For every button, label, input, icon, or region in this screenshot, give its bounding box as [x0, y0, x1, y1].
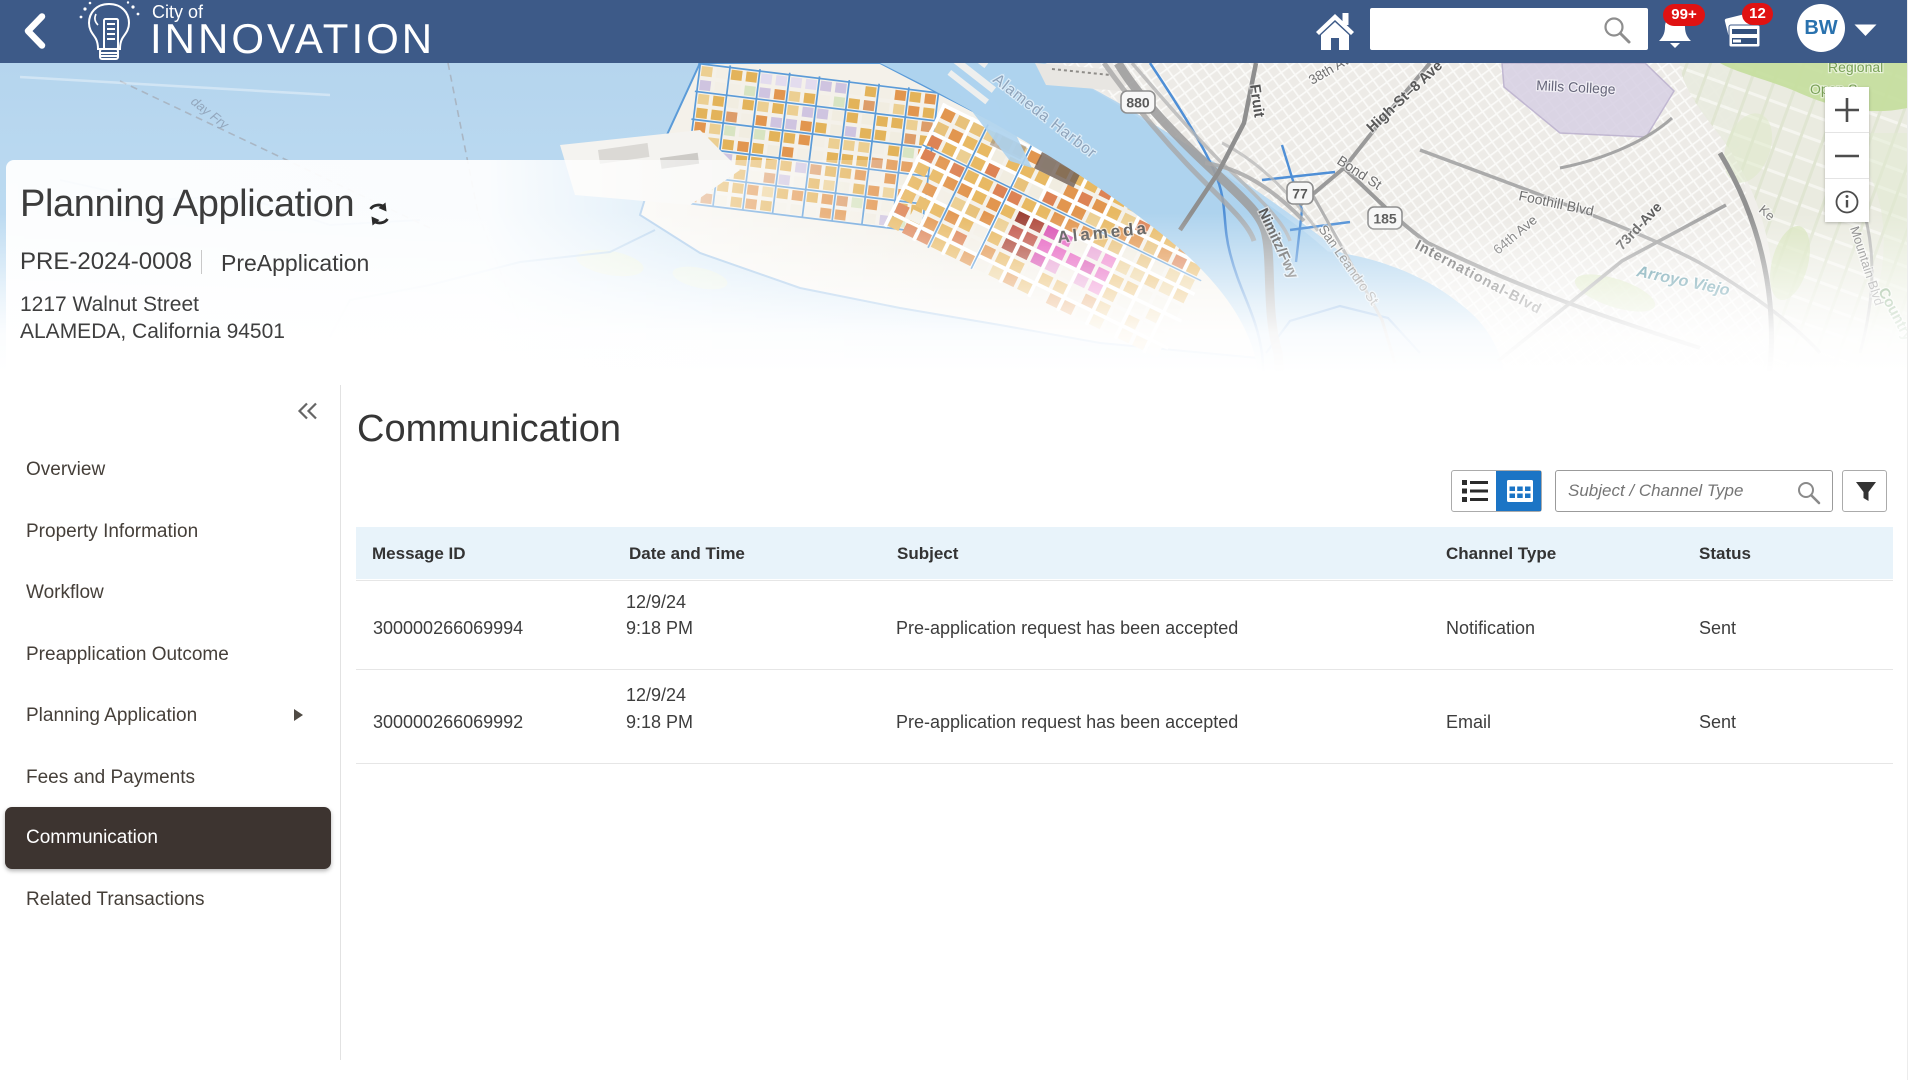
svg-text:880: 880 [1126, 95, 1150, 111]
svg-text:77: 77 [1292, 186, 1308, 202]
svg-text:Regional: Regional [1828, 63, 1883, 75]
